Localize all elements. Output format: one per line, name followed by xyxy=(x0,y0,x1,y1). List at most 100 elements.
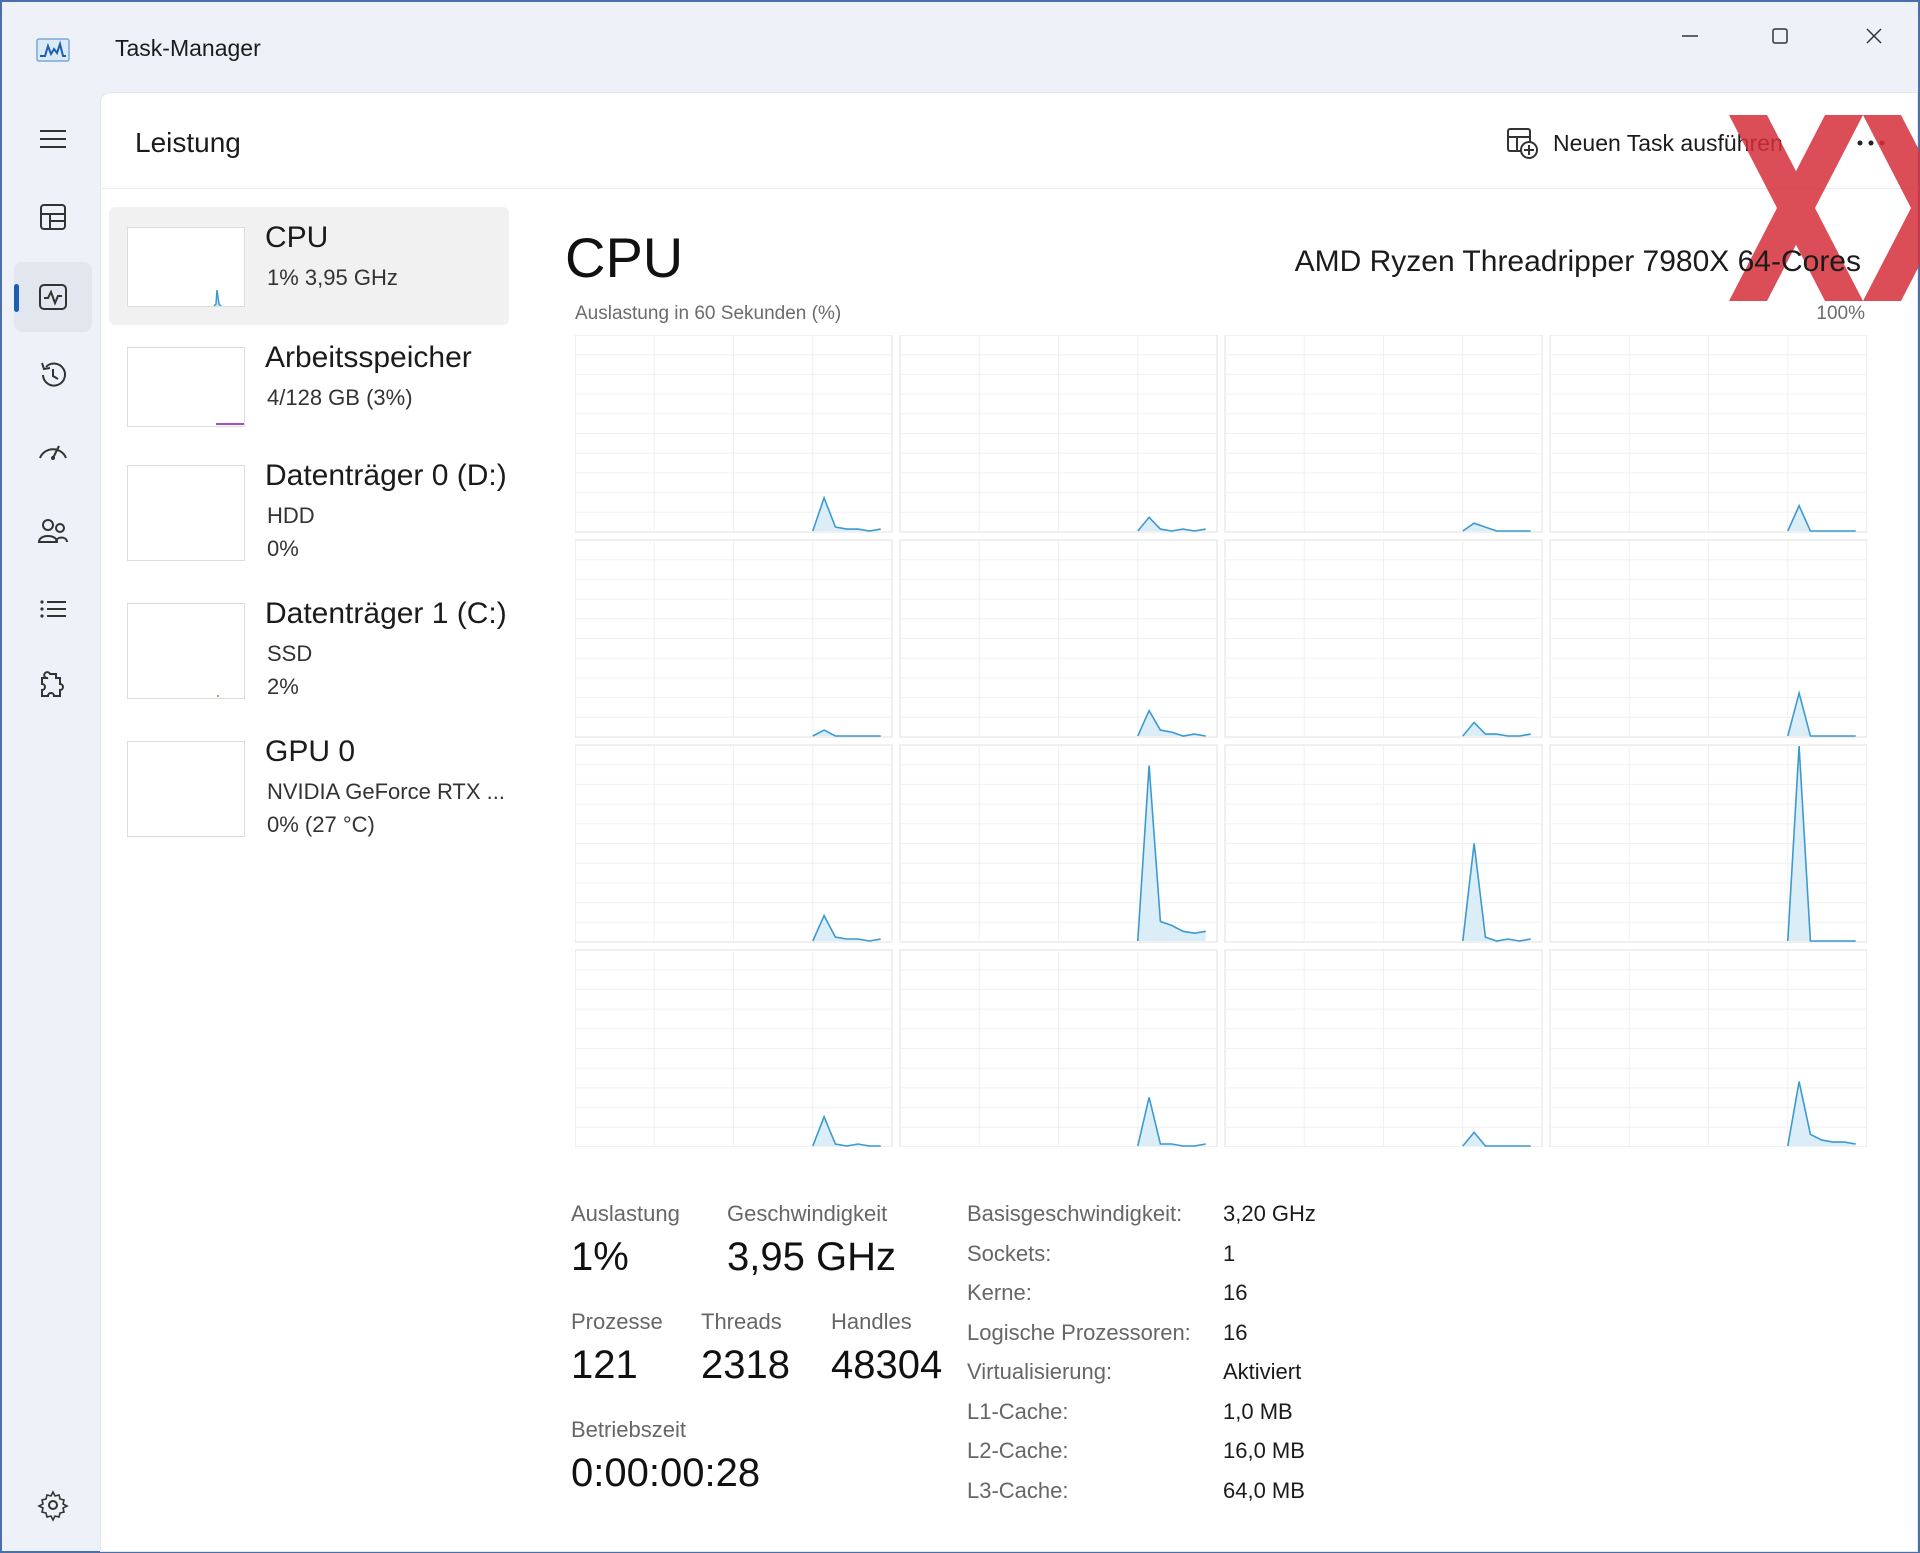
task-manager-app-icon xyxy=(36,38,70,62)
spec-label: Kerne: xyxy=(967,1280,1032,1305)
nav-processes-button[interactable] xyxy=(14,182,92,252)
device-name: GPU 0 xyxy=(265,735,356,768)
core-graph xyxy=(1224,539,1543,738)
spec-value: 3,20 GHz xyxy=(1223,1201,1316,1226)
uptime-label: Betriebszeit xyxy=(571,1417,686,1442)
utilization-value: 1% xyxy=(571,1235,629,1279)
page-header: Leistung Neuen Task ausführen xyxy=(101,93,1920,301)
core-graph xyxy=(1549,949,1868,1148)
nav-app-history-button[interactable] xyxy=(14,340,92,410)
nav-details-button[interactable] xyxy=(14,574,92,644)
device-detail: 4/128 GB (3%) xyxy=(267,385,413,410)
processes-label: Prozesse xyxy=(571,1309,663,1334)
core-utilization-grid xyxy=(574,334,1868,1148)
utilization-label: Auslastung xyxy=(571,1201,680,1226)
spec-value: 64,0 MB xyxy=(1223,1478,1305,1503)
minimize-icon xyxy=(1682,35,1698,37)
performance-icon xyxy=(39,284,67,310)
graph-max-label: 100% xyxy=(1816,303,1865,324)
core-graph xyxy=(574,949,893,1148)
minimize-button[interactable] xyxy=(1662,16,1718,56)
spec-value: 16,0 MB xyxy=(1223,1438,1305,1463)
spec-value: 1 xyxy=(1223,1241,1236,1266)
run-new-task-icon xyxy=(1507,128,1538,159)
spec-label: Logische Prozessoren: xyxy=(967,1320,1191,1345)
core-graph xyxy=(574,539,893,738)
core-graph xyxy=(1224,334,1543,533)
core-graphs-svg xyxy=(574,334,1868,1148)
core-graph xyxy=(1549,539,1868,738)
device-thumbnail-memory xyxy=(127,347,245,427)
core-graph xyxy=(1224,744,1543,943)
close-icon xyxy=(1866,28,1882,44)
startup-icon xyxy=(39,445,67,460)
device-item-memory[interactable]: Arbeitsspeicher 4/128 GB (3%) xyxy=(109,327,509,445)
device-name: CPU xyxy=(265,221,329,254)
speed-value: 3,95 GHz xyxy=(727,1235,896,1279)
maximize-button[interactable] xyxy=(1752,16,1808,56)
core-graph xyxy=(899,539,1218,738)
details-list-icon xyxy=(40,600,66,618)
core-graph xyxy=(899,744,1218,943)
navigation-rail xyxy=(2,94,100,1552)
spec-label: L1-Cache: xyxy=(967,1399,1069,1424)
uptime-value: 0:00:00:28 xyxy=(571,1451,761,1495)
threads-label: Threads xyxy=(701,1309,782,1334)
close-button[interactable] xyxy=(1846,16,1902,56)
device-item-gpu-0[interactable]: GPU 0 NVIDIA GeForce RTX ... 0% (27 °C) xyxy=(109,721,509,839)
nav-performance-button[interactable] xyxy=(14,262,92,332)
processes-icon xyxy=(40,204,66,230)
device-thumbnail-disk-0 xyxy=(127,465,245,561)
spec-value: 16 xyxy=(1223,1320,1248,1345)
device-item-disk-1[interactable]: Datenträger 1 (C:) SSD 2% xyxy=(109,583,509,701)
spec-label: L2-Cache: xyxy=(967,1438,1069,1463)
core-graph xyxy=(574,334,893,533)
core-graph xyxy=(1549,744,1868,943)
nav-services-button[interactable] xyxy=(14,652,92,722)
core-graph xyxy=(1549,334,1868,533)
core-graph xyxy=(899,334,1218,533)
spec-value: Aktiviert xyxy=(1223,1359,1302,1384)
nav-menu-button[interactable] xyxy=(14,104,92,174)
title-bar: Task-Manager xyxy=(2,2,1918,94)
more-options-button[interactable] xyxy=(1849,121,1893,165)
core-graph xyxy=(574,744,893,943)
device-detail: 0% xyxy=(267,536,299,561)
hamburger-icon xyxy=(40,130,66,148)
run-new-task-label: Neuen Task ausführen xyxy=(1553,129,1783,156)
core-graph xyxy=(1224,949,1543,1148)
device-name: Datenträger 1 (C:) xyxy=(265,597,507,630)
device-thumbnail-disk-1 xyxy=(127,603,245,699)
cpu-heading: CPU xyxy=(565,226,684,289)
nav-settings-button[interactable] xyxy=(14,1470,92,1540)
device-item-disk-0[interactable]: Datenträger 0 (D:) HDD 0% xyxy=(109,445,509,563)
handles-label: Handles xyxy=(831,1309,912,1334)
spec-label: L3-Cache: xyxy=(967,1478,1069,1503)
users-icon xyxy=(37,519,68,543)
processes-value: 121 xyxy=(571,1343,638,1387)
device-detail: 2% xyxy=(267,674,299,699)
maximize-icon xyxy=(1772,28,1788,44)
device-detail: 1% 3,95 GHz xyxy=(267,265,398,290)
services-icon xyxy=(41,671,64,697)
spec-value: 16 xyxy=(1223,1280,1248,1305)
handles-value: 48304 xyxy=(831,1343,943,1387)
page-title: Leistung xyxy=(135,127,241,158)
task-manager-window: Task-Manager Leistung Neuen Task ausführ… xyxy=(0,0,1920,1553)
more-options-icon xyxy=(1857,140,1885,146)
cpu-model-name: AMD Ryzen Threadripper 7980X 64-Cores xyxy=(1294,245,1861,278)
graph-caption: Auslastung in 60 Sekunden (%) xyxy=(575,303,842,324)
spec-value: 1,0 MB xyxy=(1223,1399,1293,1424)
nav-users-button[interactable] xyxy=(14,496,92,566)
device-item-cpu[interactable]: CPU 1% 3,95 GHz xyxy=(109,207,509,325)
gear-icon xyxy=(37,1490,69,1522)
device-detail: HDD xyxy=(267,503,315,528)
window-title: Task-Manager xyxy=(115,35,261,61)
nav-startup-button[interactable] xyxy=(14,418,92,488)
active-indicator xyxy=(14,284,19,312)
run-new-task-button[interactable]: Neuen Task ausführen xyxy=(1505,121,1783,165)
device-detail: NVIDIA GeForce RTX ... xyxy=(267,779,505,804)
device-name: Arbeitsspeicher xyxy=(265,341,472,374)
core-graph xyxy=(899,949,1218,1148)
speed-label: Geschwindigkeit xyxy=(727,1201,888,1226)
